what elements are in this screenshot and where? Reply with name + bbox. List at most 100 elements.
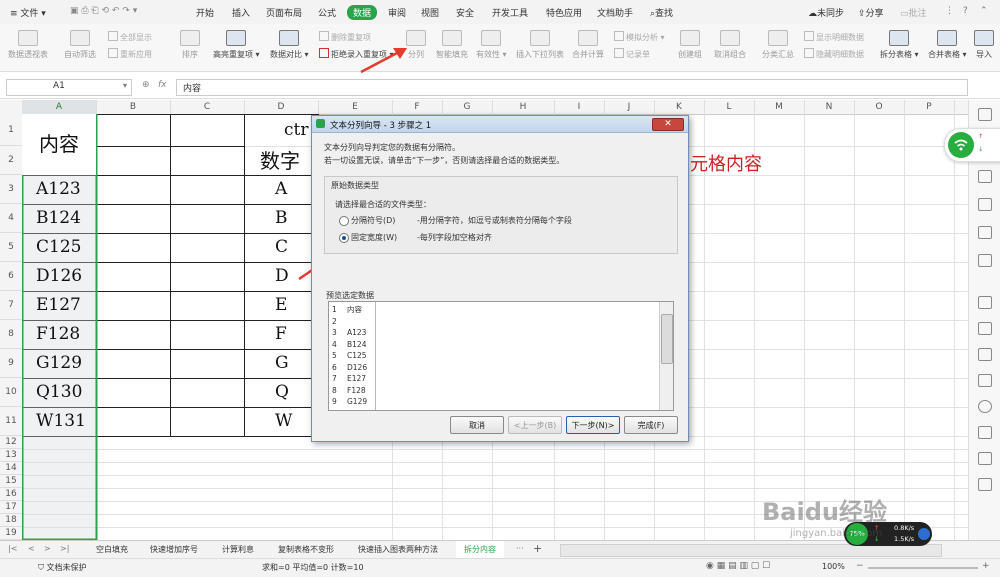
row-header[interactable]: 17 [0, 501, 22, 514]
fx-icon[interactable]: fx [158, 80, 167, 90]
cell-a8[interactable]: F128 [36, 320, 80, 349]
cell-a4[interactable]: B124 [36, 204, 81, 233]
red-cell-text[interactable]: 元格内容 [690, 150, 762, 176]
back-button[interactable]: <上一步(B) [508, 416, 562, 434]
copy-icon[interactable] [978, 296, 992, 309]
chevron-down-icon[interactable]: ▾ [123, 81, 127, 90]
hide-detail-button[interactable]: 隐藏明细数据 [804, 48, 864, 60]
row-header[interactable]: 14 [0, 462, 22, 475]
subtotal-button[interactable]: 分类汇总 [762, 30, 794, 60]
finish-button[interactable]: 完成(F) [624, 416, 678, 434]
autofilter-button[interactable]: 自动筛选 [64, 30, 96, 60]
cell-a11[interactable]: W131 [36, 407, 86, 436]
cell-a7[interactable]: E127 [36, 291, 81, 320]
sheet-tab[interactable]: 空白填充 [96, 544, 128, 555]
close-icon[interactable]: ✕ [652, 118, 684, 131]
column-header-o[interactable]: O [854, 100, 905, 114]
cell-d4[interactable]: B [275, 204, 288, 233]
cell-d5[interactable]: C [275, 233, 288, 262]
tab-nav-last-icon[interactable]: >| [60, 544, 69, 553]
help-icon[interactable]: ? [963, 6, 968, 16]
row-header[interactable]: 13 [0, 449, 22, 462]
row-header[interactable]: 2 [0, 146, 22, 175]
sidebar-tool-icon[interactable] [978, 108, 992, 121]
cell-a9[interactable]: G129 [36, 349, 82, 378]
cancel-button[interactable]: 取消 [450, 416, 504, 434]
column-header-j[interactable]: J [604, 100, 655, 114]
zoom-out-icon[interactable]: − [856, 561, 864, 571]
row-header[interactable]: 12 [0, 436, 22, 449]
show-all-button[interactable]: 全部显示 [108, 31, 152, 43]
row-header[interactable]: 9 [0, 349, 22, 378]
row-header[interactable]: 19 [0, 527, 22, 540]
column-header-b[interactable]: B [96, 100, 171, 114]
cell-d7[interactable]: E [275, 291, 287, 320]
column-header-h[interactable]: H [492, 100, 555, 114]
show-detail-button[interactable]: 显示明细数据 [804, 31, 864, 43]
mail-icon[interactable] [978, 426, 992, 439]
tab-review[interactable]: 审阅 [388, 6, 406, 19]
wifi-widget[interactable]: ↑ ↓ [944, 128, 1000, 162]
row-header[interactable]: 6 [0, 262, 22, 291]
quick-access-toolbar[interactable]: ▣ ⎙ ⎗ ⟲ ↶ ↷ ▾ [70, 6, 137, 16]
column-header-f[interactable]: F [392, 100, 443, 114]
cell-d2[interactable]: 数字 [260, 147, 300, 175]
radio-fixed-width-label[interactable]: 固定宽度(W) [351, 232, 397, 243]
cell-d11[interactable]: W [275, 407, 292, 436]
book-icon[interactable] [978, 452, 992, 465]
cell-d6[interactable]: D [275, 262, 289, 291]
filter-icon[interactable] [978, 254, 992, 267]
column-header-n[interactable]: N [804, 100, 855, 114]
sheet-tab[interactable]: 快速增加序号 [150, 544, 198, 555]
tab-data[interactable]: 数据 [347, 5, 378, 20]
validity-button[interactable]: 有效性 ▾ [476, 30, 507, 60]
data-compare-button[interactable]: 数据对比 ▾ [270, 30, 309, 60]
radio-delimited-label[interactable]: 分隔符号(D) [351, 215, 395, 226]
column-header-e[interactable]: E [318, 100, 393, 114]
tab-nav-first-icon[interactable]: |< [8, 544, 17, 553]
tab-home[interactable]: 开始 [196, 6, 214, 19]
cell-a1[interactable]: 内容 [22, 114, 96, 175]
collapse-ribbon-icon[interactable]: ⌃ [980, 6, 988, 16]
edit-icon[interactable] [978, 322, 992, 335]
row-header[interactable]: 7 [0, 291, 22, 320]
row-header[interactable]: 11 [0, 407, 22, 436]
share-button[interactable]: ⇪分享 [858, 6, 884, 19]
preview-scrollbar[interactable] [659, 302, 673, 410]
pivot-table-button[interactable]: 数据透视表 [8, 30, 48, 60]
sort-button[interactable]: 排序 [180, 30, 200, 60]
column-header-m[interactable]: M [754, 100, 805, 114]
column-header-g[interactable]: G [442, 100, 493, 114]
column-header-l[interactable]: L [704, 100, 755, 114]
insert-dropdown-button[interactable]: 插入下拉列表 [516, 30, 564, 60]
location-icon[interactable] [978, 400, 992, 413]
tab-formula[interactable]: 公式 [318, 6, 336, 19]
cell-a3[interactable]: A123 [36, 175, 81, 204]
tab-doc-assistant[interactable]: 文档助手 [597, 6, 633, 19]
cell-d9[interactable]: G [275, 349, 289, 378]
highlight-duplicates-button[interactable]: 高亮重复项 ▾ [213, 30, 260, 60]
tab-security[interactable]: 安全 [456, 6, 474, 19]
menu-file[interactable]: ≡ 文件 ▾ [10, 6, 46, 19]
column-header-a[interactable]: A [22, 100, 97, 114]
tab-developer[interactable]: 开发工具 [492, 6, 528, 19]
preview-box[interactable]: 123 456 789 内容 A123 B124 C125 D126 E127 F128… [328, 301, 674, 411]
zoom-level[interactable]: 100% [822, 562, 845, 571]
user-icon[interactable] [978, 478, 992, 491]
tab-page-layout[interactable]: 页面布局 [266, 6, 302, 19]
comment-button[interactable]: ▭批注 [900, 6, 927, 19]
column-header-k[interactable]: K [654, 100, 705, 114]
cell-a6[interactable]: D126 [36, 262, 82, 291]
ungroup-button[interactable]: 取消组合 [714, 30, 746, 60]
tab-special[interactable]: 特色应用 [546, 6, 582, 19]
next-button[interactable]: 下一步(N)> [566, 416, 620, 434]
cell-a10[interactable]: Q130 [36, 378, 82, 407]
select-all-corner[interactable] [0, 100, 23, 114]
column-header-p[interactable]: P [904, 100, 955, 114]
row-header[interactable]: 4 [0, 204, 22, 233]
split-table-button[interactable]: 拆分表格 ▾ [880, 30, 919, 60]
zoom-in-icon[interactable]: + [982, 561, 990, 571]
row-header[interactable]: 3 [0, 175, 22, 204]
smart-fill-button[interactable]: 智能填充 [436, 30, 468, 60]
settings-icon[interactable] [978, 374, 992, 387]
